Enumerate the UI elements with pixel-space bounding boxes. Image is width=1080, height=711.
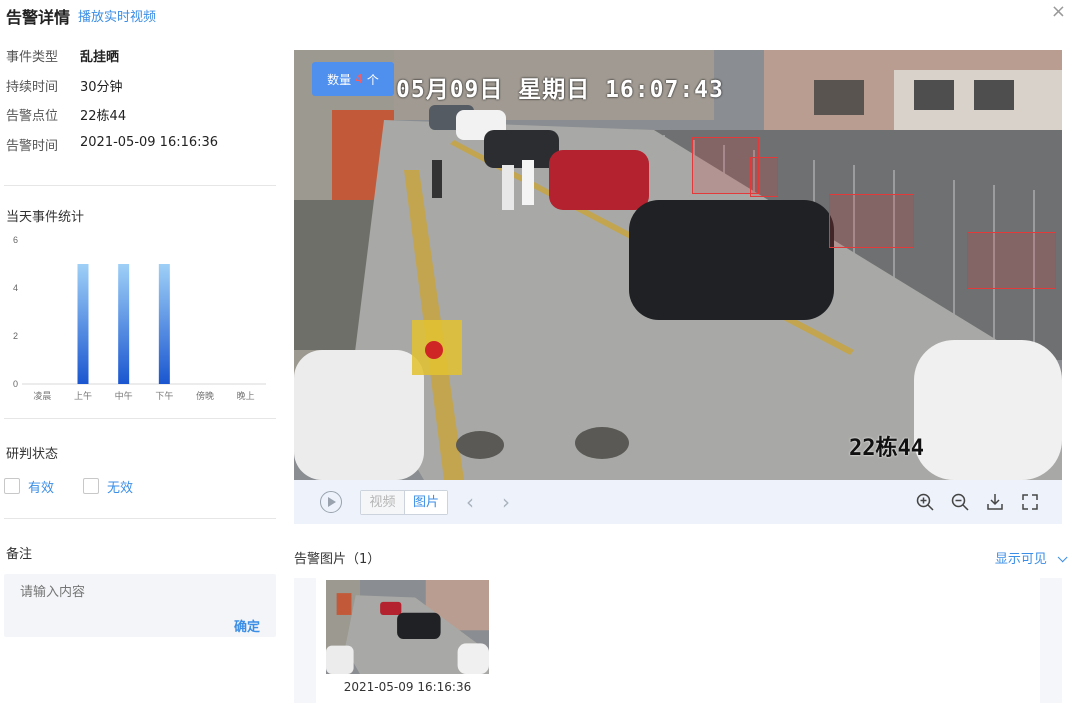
prev-arrow-icon[interactable]: ‹ (466, 490, 474, 514)
divider (4, 418, 276, 419)
x-tick-label: 傍晚 (196, 390, 214, 401)
chevron-down-icon (1057, 552, 1068, 563)
fullscreen-icon[interactable] (1020, 492, 1040, 512)
dialog-header: 告警详情 播放实时视频 × (0, 0, 1080, 30)
divider (4, 518, 276, 519)
detection-box (692, 137, 759, 194)
detection-count-badge: 数量 4 个 (312, 62, 394, 96)
status-valid-option[interactable]: 有效 (4, 477, 55, 496)
invalid-label: 无效 (107, 480, 134, 496)
info-label: 事件类型 (6, 50, 59, 65)
y-tick-label: 4 (13, 283, 18, 293)
valid-label: 有效 (28, 480, 55, 496)
detection-box (750, 157, 778, 197)
zoom-in-icon[interactable] (915, 492, 935, 512)
y-tick-label: 2 (13, 331, 18, 341)
play-live-video-link[interactable]: 播放实时视频 (78, 6, 156, 25)
remark-title: 备注 (6, 547, 33, 562)
alarm-image-thumbnail[interactable] (326, 580, 489, 674)
play-circle-icon[interactable] (320, 491, 342, 513)
camera-scene (294, 50, 1062, 480)
info-value: 30分钟 (80, 80, 123, 95)
chart-bar (77, 264, 89, 384)
confirm-button[interactable]: 确定 (234, 616, 260, 635)
video-control-bar: 视频 图片 ‹ › (294, 480, 1062, 524)
thumbnail-time: 2021-05-09 16:16:36 (343, 680, 472, 694)
info-value: 2021-05-09 16:16:36 (80, 135, 219, 150)
detection-box (967, 232, 1056, 289)
x-tick-label: 下午 (155, 390, 173, 401)
y-tick-label: 0 (13, 379, 18, 389)
valid-checkbox[interactable] (4, 478, 20, 494)
remark-box: 确定 (4, 574, 276, 637)
media-type-switch: 视频 图片 (360, 490, 448, 515)
count-label: 数量 (327, 72, 352, 87)
show-visible-toggle[interactable]: 显示可见 (994, 548, 1068, 567)
info-value: 乱挂晒 (80, 50, 120, 65)
video-osd-location: 22栋44 (849, 436, 924, 461)
count-unit: 个 (366, 72, 379, 87)
x-tick-label: 上午 (74, 390, 92, 401)
chart-svg: 0 2 4 6 凌晨 上午 中午 下午 傍晚 晚上 (13, 235, 266, 401)
download-icon[interactable] (985, 492, 1005, 512)
video-osd-date: 05月09日 星期日 16:07:43 (396, 77, 724, 103)
y-tick-label: 6 (13, 235, 18, 245)
x-tick-label: 中午 (115, 390, 133, 401)
status-title: 研判状态 (6, 447, 59, 462)
info-label: 告警点位 (6, 109, 59, 124)
daily-event-chart: 0 2 4 6 凌晨 上午 中午 下午 傍晚 晚上 (0, 232, 280, 407)
zoom-out-icon[interactable] (950, 492, 970, 512)
info-label: 持续时间 (6, 80, 59, 95)
info-label: 告警时间 (6, 139, 59, 154)
stats-title: 当天事件统计 (6, 210, 85, 225)
alarm-images-title: 告警图片（1） (294, 552, 381, 567)
divider (4, 185, 276, 186)
chart-bar (118, 264, 130, 384)
thumbnail-image (326, 580, 489, 674)
remark-input[interactable] (20, 584, 260, 599)
show-visible-label: 显示可见 (994, 552, 1047, 567)
dialog-title: 告警详情 (6, 8, 71, 27)
x-tick-label: 凌晨 (33, 390, 51, 401)
gallery-track: 2021-05-09 16:16:36 (316, 578, 1040, 703)
tab-image[interactable]: 图片 (404, 491, 447, 514)
video-player[interactable]: 数量 4 个 05月09日 星期日 16:07:43 22栋44 (294, 50, 1062, 480)
invalid-checkbox[interactable] (83, 478, 99, 494)
next-arrow-icon[interactable]: › (502, 490, 510, 514)
status-invalid-option[interactable]: 无效 (83, 477, 134, 496)
x-tick-label: 晚上 (237, 391, 255, 401)
alarm-image-gallery: 2021-05-09 16:16:36 (294, 578, 1062, 703)
chart-bar (158, 264, 170, 384)
detection-box (829, 194, 914, 248)
count-value: 4 (355, 72, 363, 86)
info-value: 22栋44 (80, 109, 127, 124)
tab-video[interactable]: 视频 (361, 491, 404, 514)
close-button[interactable]: × (1051, 2, 1066, 22)
